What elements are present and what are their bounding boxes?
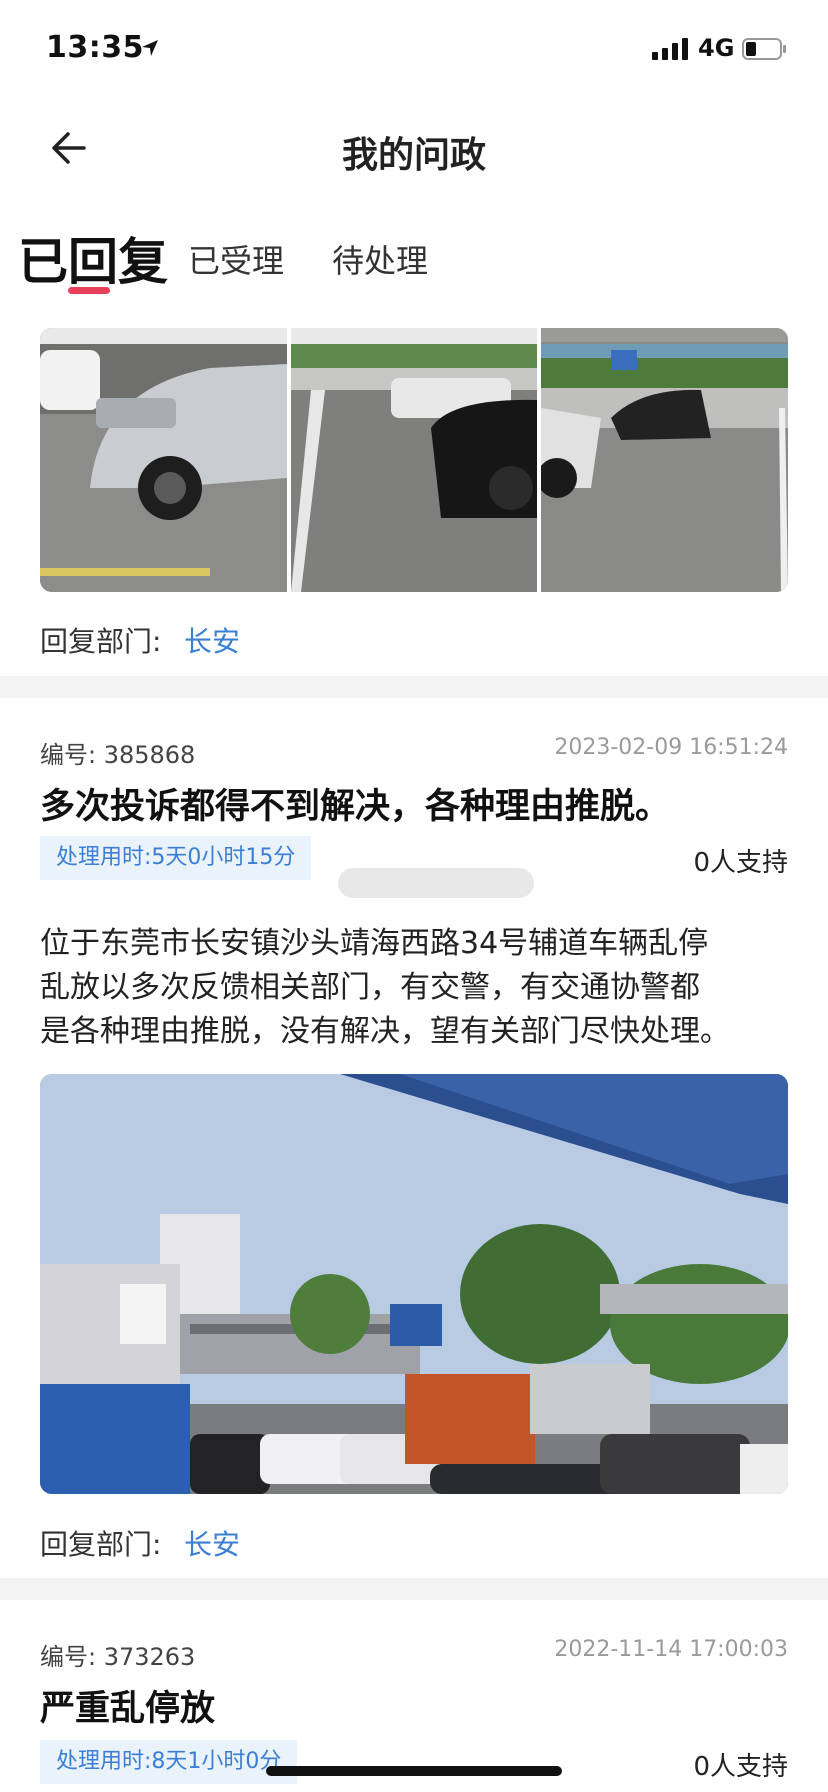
- item-photo-3[interactable]: [541, 328, 788, 592]
- support-count[interactable]: 0人支持: [693, 1746, 788, 1783]
- watermark: [338, 868, 534, 898]
- item-body: 位于东莞市长安镇沙头靖海西路34号辅道车辆乱停 乱放以多次反馈相关部门，有交警，…: [40, 922, 790, 1054]
- tab-pending[interactable]: 待处理: [332, 236, 428, 282]
- location-arrow-icon: [142, 40, 158, 56]
- tab-indicator: [68, 287, 110, 294]
- tab-replied[interactable]: 已回复: [18, 222, 168, 294]
- item-body-line: 是各种理由推脱，没有解决，望有关部门尽快处理。: [40, 1014, 730, 1049]
- support-count[interactable]: 0人支持: [693, 842, 788, 879]
- item-code: 编号: 385868: [40, 741, 196, 769]
- item-photo-main[interactable]: [40, 1074, 788, 1494]
- item-title[interactable]: 严重乱停放: [40, 1680, 215, 1731]
- item-body-line: 乱放以多次反馈相关部门，有交警，有交通协警都: [40, 970, 700, 1005]
- network-type: 4G: [698, 34, 735, 62]
- reply-dept-label: 回复部门:: [40, 1528, 162, 1561]
- duration-badge: 处理用时:5天0小时15分: [40, 836, 312, 880]
- item-code: 编号: 373263: [40, 1643, 196, 1671]
- tab-accepted[interactable]: 已受理: [188, 236, 284, 282]
- home-indicator: [266, 1766, 562, 1776]
- item-photo-1[interactable]: [40, 328, 287, 592]
- card-divider: [0, 1578, 828, 1600]
- item-photo-2[interactable]: [291, 328, 537, 592]
- reply-dept-value[interactable]: 长安: [184, 1523, 240, 1563]
- item-body-line: 位于东莞市长安镇沙头靖海西路34号辅道车辆乱停: [40, 926, 709, 961]
- battery-icon: [742, 38, 786, 60]
- page-title: 我的问政: [341, 135, 486, 176]
- item-title[interactable]: 多次投诉都得不到解决，各种理由推脱。: [40, 778, 670, 829]
- item-date: 2022-11-14 17:00:03: [554, 1637, 788, 1662]
- duration-badge: 处理用时:8天1小时0分: [40, 1740, 298, 1784]
- card-divider: [0, 676, 828, 698]
- reply-dept-label: 回复部门:: [40, 625, 162, 658]
- cellular-signal-icon: [652, 38, 688, 60]
- reply-dept-value[interactable]: 长安: [184, 620, 240, 660]
- status-time: 13:35: [46, 30, 144, 65]
- item-date: 2023-02-09 16:51:24: [554, 735, 788, 760]
